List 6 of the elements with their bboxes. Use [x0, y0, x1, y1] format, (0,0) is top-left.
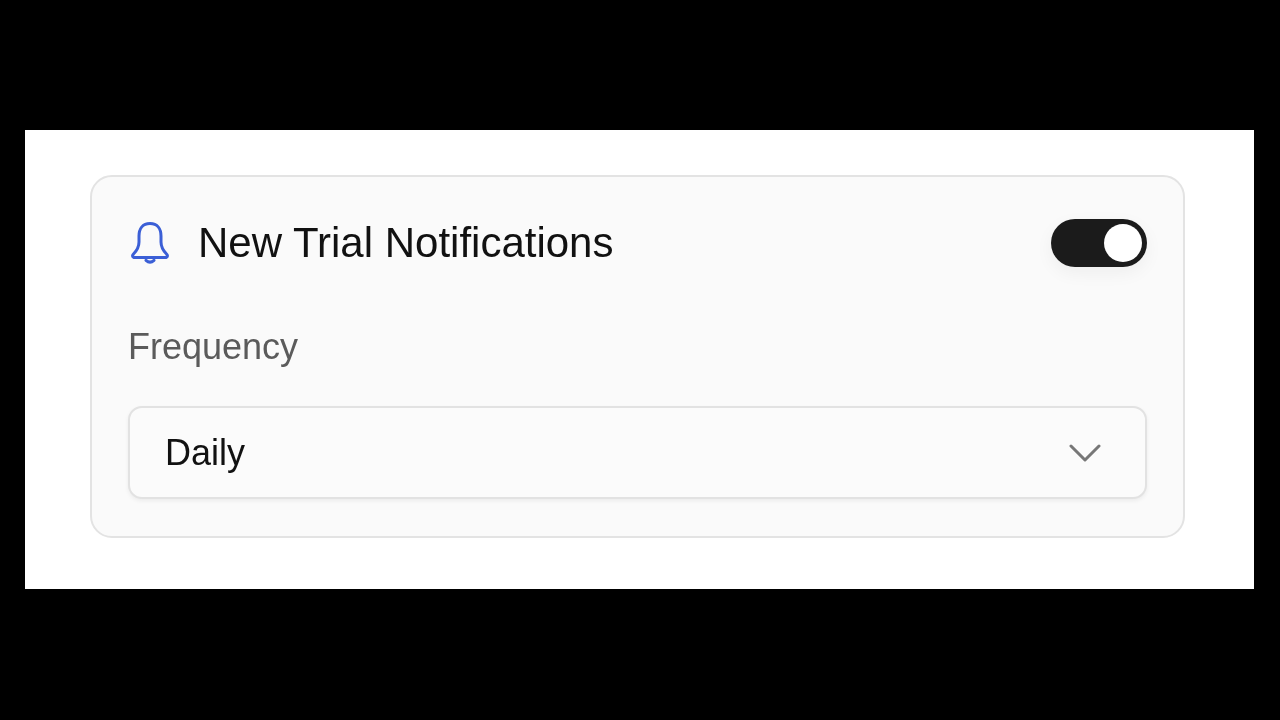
chevron-down-icon	[1069, 443, 1101, 462]
frequency-select[interactable]: Daily	[128, 406, 1147, 499]
toggle-switch[interactable]	[1051, 219, 1147, 267]
field-label: Frequency	[128, 325, 300, 369]
bell-icon	[130, 222, 170, 264]
card-title: New Trial Notifications	[198, 222, 614, 264]
